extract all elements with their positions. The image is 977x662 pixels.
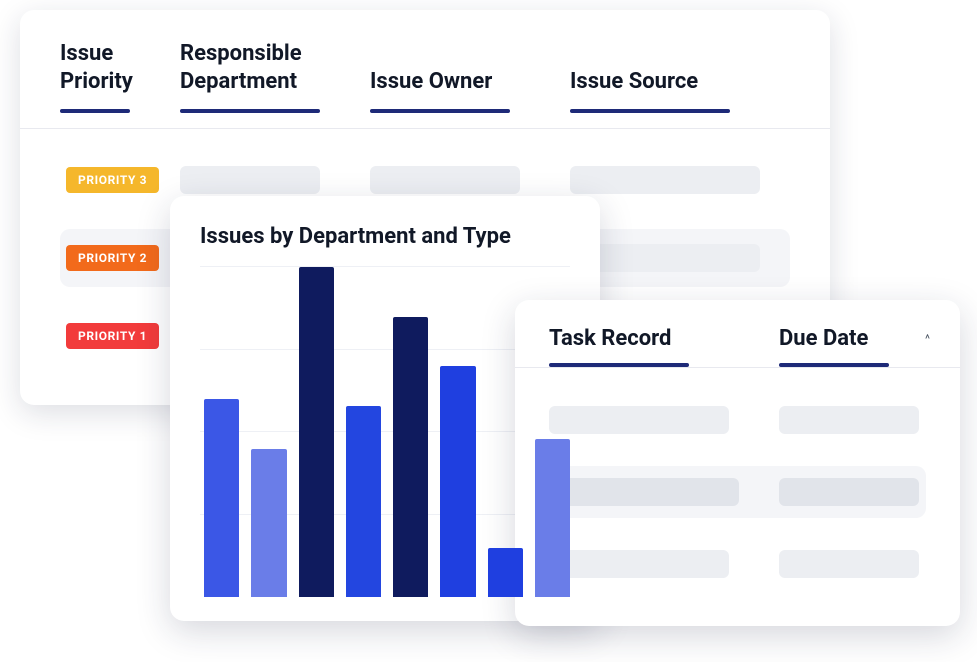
chart-bar[interactable] <box>251 449 286 598</box>
column-header-priority[interactable]: Issue Priority <box>60 40 180 109</box>
column-underline <box>370 109 510 113</box>
chart-bar[interactable] <box>535 439 570 597</box>
sort-ascending-icon[interactable]: ^ <box>925 332 930 346</box>
placeholder <box>549 406 729 434</box>
placeholder <box>570 166 760 194</box>
column-underline <box>570 109 730 113</box>
column-underline <box>549 363 689 367</box>
chart-bar[interactable] <box>393 317 428 598</box>
chart-title: Issues by Department and Type <box>200 224 570 249</box>
cell-priority: PRIORITY 3 <box>60 167 180 193</box>
column-header-department[interactable]: Responsible Department <box>180 40 370 109</box>
cell-department <box>180 166 370 194</box>
task-record-card: Task Record Due Date ^ <box>515 300 960 626</box>
placeholder <box>779 550 919 578</box>
priority-badge: PRIORITY 3 <box>66 167 159 193</box>
placeholder <box>779 406 919 434</box>
cell-due-date <box>779 550 926 578</box>
placeholder <box>779 478 919 506</box>
task-table-body <box>549 394 926 590</box>
cell-priority: PRIORITY 1 <box>60 323 180 349</box>
chart-bar[interactable] <box>346 406 381 597</box>
task-table-header: Task Record Due Date ^ <box>549 326 926 367</box>
priority-badge: PRIORITY 2 <box>66 245 159 271</box>
column-underline <box>180 109 320 113</box>
chart-bar[interactable] <box>440 366 475 597</box>
cell-due-date <box>779 478 926 506</box>
column-header-task-record[interactable]: Task Record <box>549 326 779 363</box>
cell-task-record <box>549 406 779 434</box>
cell-owner <box>370 166 570 194</box>
issues-table-header: Issue Priority Responsible Department Is… <box>60 40 790 113</box>
cell-task-record <box>549 550 779 578</box>
cell-task-record <box>549 478 779 506</box>
header-divider <box>20 128 830 129</box>
table-row[interactable] <box>549 538 926 590</box>
header-divider <box>515 367 960 368</box>
column-underline <box>779 363 889 367</box>
table-row[interactable] <box>549 394 926 446</box>
placeholder <box>559 478 739 506</box>
chart-bar[interactable] <box>488 548 523 598</box>
column-underline <box>60 109 130 113</box>
table-row[interactable] <box>549 466 926 518</box>
column-header-owner[interactable]: Issue Owner <box>370 68 570 110</box>
priority-badge: PRIORITY 1 <box>66 323 159 349</box>
placeholder <box>180 166 320 194</box>
placeholder <box>370 166 520 194</box>
chart-bar[interactable] <box>299 267 334 597</box>
cell-priority: PRIORITY 2 <box>60 245 180 271</box>
column-header-due-date[interactable]: Due Date <box>779 326 926 363</box>
column-header-source[interactable]: Issue Source <box>570 68 790 110</box>
cell-source <box>570 166 790 194</box>
placeholder <box>549 550 729 578</box>
chart-gridline <box>200 266 570 267</box>
chart-bar[interactable] <box>204 399 239 597</box>
cell-source <box>570 244 790 272</box>
cell-due-date <box>779 406 926 434</box>
